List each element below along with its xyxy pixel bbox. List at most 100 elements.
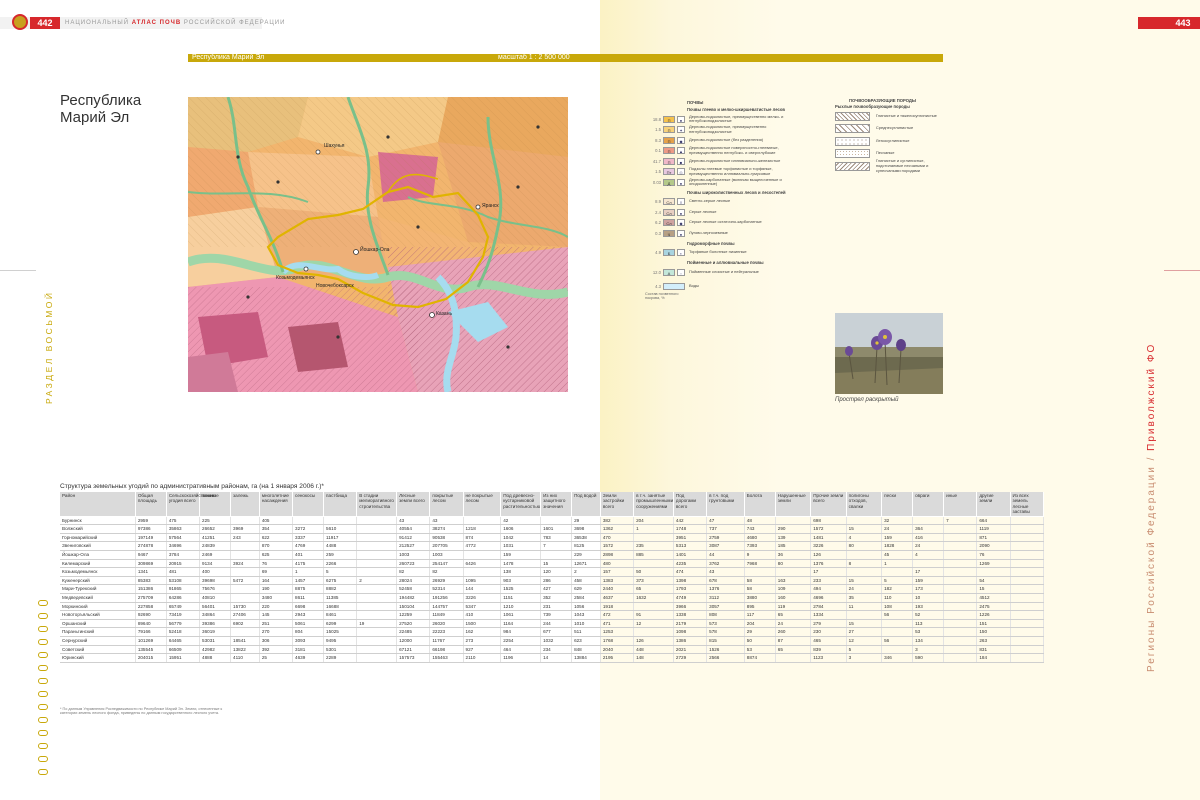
table-cell: 427 [540,584,573,594]
table-cell: 290 [775,524,812,534]
table-cell: 91412 [396,533,431,543]
table-cell: 151386 [135,584,167,594]
rock-item: Глинистые и тяжелосуглинистые [835,110,945,123]
table-cell [1010,550,1045,560]
table-cell: 44 [706,550,745,560]
district-name-cell: Сернурский [60,636,136,646]
table-header-cell: пастбища [323,492,358,517]
table-cell: 235 [633,541,674,551]
table-cell: 1164 [500,619,542,629]
table-cell: 80 [846,541,883,551]
legend-group3-header: Гидроморфные почвы [687,240,735,246]
table-cell: 1457 [292,576,325,586]
table-cell: 8461 [323,610,358,620]
table-cell: 43 [396,516,431,526]
table-cell: 1601 [540,524,573,534]
table-cell [943,627,978,637]
legend-swatch: П [663,157,675,165]
table-cell: 126 [810,550,847,560]
table-cell: 75676 [199,584,232,594]
table-cell: 35863 [166,524,201,534]
table-row: Параньгинский 79166 52418 36019 270 804 15025 2… [60,627,1045,637]
legend-swatch: Д [663,178,675,186]
table-cell: 2898 [600,550,635,560]
table-cell: 15 [846,619,883,629]
table-cell: 1376 [810,559,847,569]
legend-swatch: П [663,147,675,155]
table-cell: 159 [912,576,945,586]
table-cell: 197149 [135,533,167,543]
legend-label: Дерново-подзолистые (без разделения) [689,136,764,142]
table-cell [943,593,978,603]
table-cell: 24839 [199,541,232,551]
table-cell: 22485 [396,627,431,637]
table-cell: 2195 [600,653,635,663]
legend-percent: 0.03 [652,179,661,185]
legend-symbol-icon: ◆ [677,219,685,227]
table-cell: 286 [540,576,573,586]
page-number-left: 442 [30,17,60,29]
table-cell [463,516,502,526]
table-cell: 212527 [396,541,431,551]
legend-swatch: А [663,268,675,276]
table-cell: 52458 [396,584,431,594]
legend-percent: 12.0 [652,269,661,275]
table-cell [943,584,978,594]
table-cell: 5472 [230,576,260,586]
table-cell: 42982 [199,645,232,655]
table-cell: 273 [463,636,502,646]
table-cell: 29 [571,516,601,526]
table-cell: 32 [881,516,914,526]
table-cell: 164 [259,576,294,586]
table-header-cell: Под древесно-кустарниковой растительност… [500,492,542,517]
table-cell: 874 [463,533,502,543]
table-cell: 52418 [166,627,201,637]
table-cell: 5 [323,567,358,577]
table-cell: 34696 [166,541,201,551]
table-cell: 664 [976,516,1011,526]
table-cell [356,516,398,526]
legend-percent: 0.3 [655,230,661,236]
table-cell: 263 [976,636,1011,646]
map-label-city4: Козьмодемьянск [276,275,315,281]
table-header-cell: Прочие земли всего [810,492,847,517]
section-label: РАЗДЕЛ ВОСЬМОЙ [44,290,54,404]
rock-label: Среднесуглинистые [875,125,914,131]
table-cell [912,516,945,526]
table-cell: 231 [540,602,573,612]
map-title-bar: Республика Марий Эл масштаб 1 : 2 500 00… [188,54,943,62]
table-cell [230,593,260,603]
table-cell: 25 [259,653,294,663]
table-cell: 52 [912,610,945,620]
legend-group2-header: Почвы широколиственных лесов и лесостепе… [687,189,786,195]
table-cell [463,550,502,560]
table-cell: 416 [912,533,945,543]
table-row: Звениговский 274878 34696 24839 870 4769 4488 2… [60,541,1045,551]
table-cell: 58 [744,576,776,586]
table-cell: 1632 [633,593,674,603]
table-cell: 17 [912,567,945,577]
table-cell: 1386 [673,636,708,646]
legend-row: 2.4 Сл ● Серые лесные [645,207,835,218]
table-cell [1010,645,1045,655]
table-row: Йошкар-Ола 9467 3784 2469 625 401 259 1003 1003 1… [60,550,1045,560]
table-cell: 260723 [396,559,431,569]
table-cell: 9467 [135,550,167,560]
atlas-logo-icon [12,14,28,30]
table-cell [323,516,358,526]
district-name-cell: Килемарский [60,559,136,569]
table-cell: 578 [706,627,745,637]
table-cell: 260 [775,627,812,637]
table-cell: 110 [881,593,914,603]
table-footnote: * По данным Управления Роснедвижимости п… [60,707,223,716]
table-cell: 808 [706,610,745,620]
table-cell: 3784 [166,550,201,560]
table-cell: 85383 [135,576,167,586]
table-cell: 39698 [199,576,232,586]
table-cell: 1341 [135,567,167,577]
table-cell: 815 [706,636,745,646]
table-cell: 7 [943,516,978,526]
table-cell: 3181 [292,645,325,655]
table-cell: 625 [259,550,294,560]
table-cell: 251 [259,619,294,629]
